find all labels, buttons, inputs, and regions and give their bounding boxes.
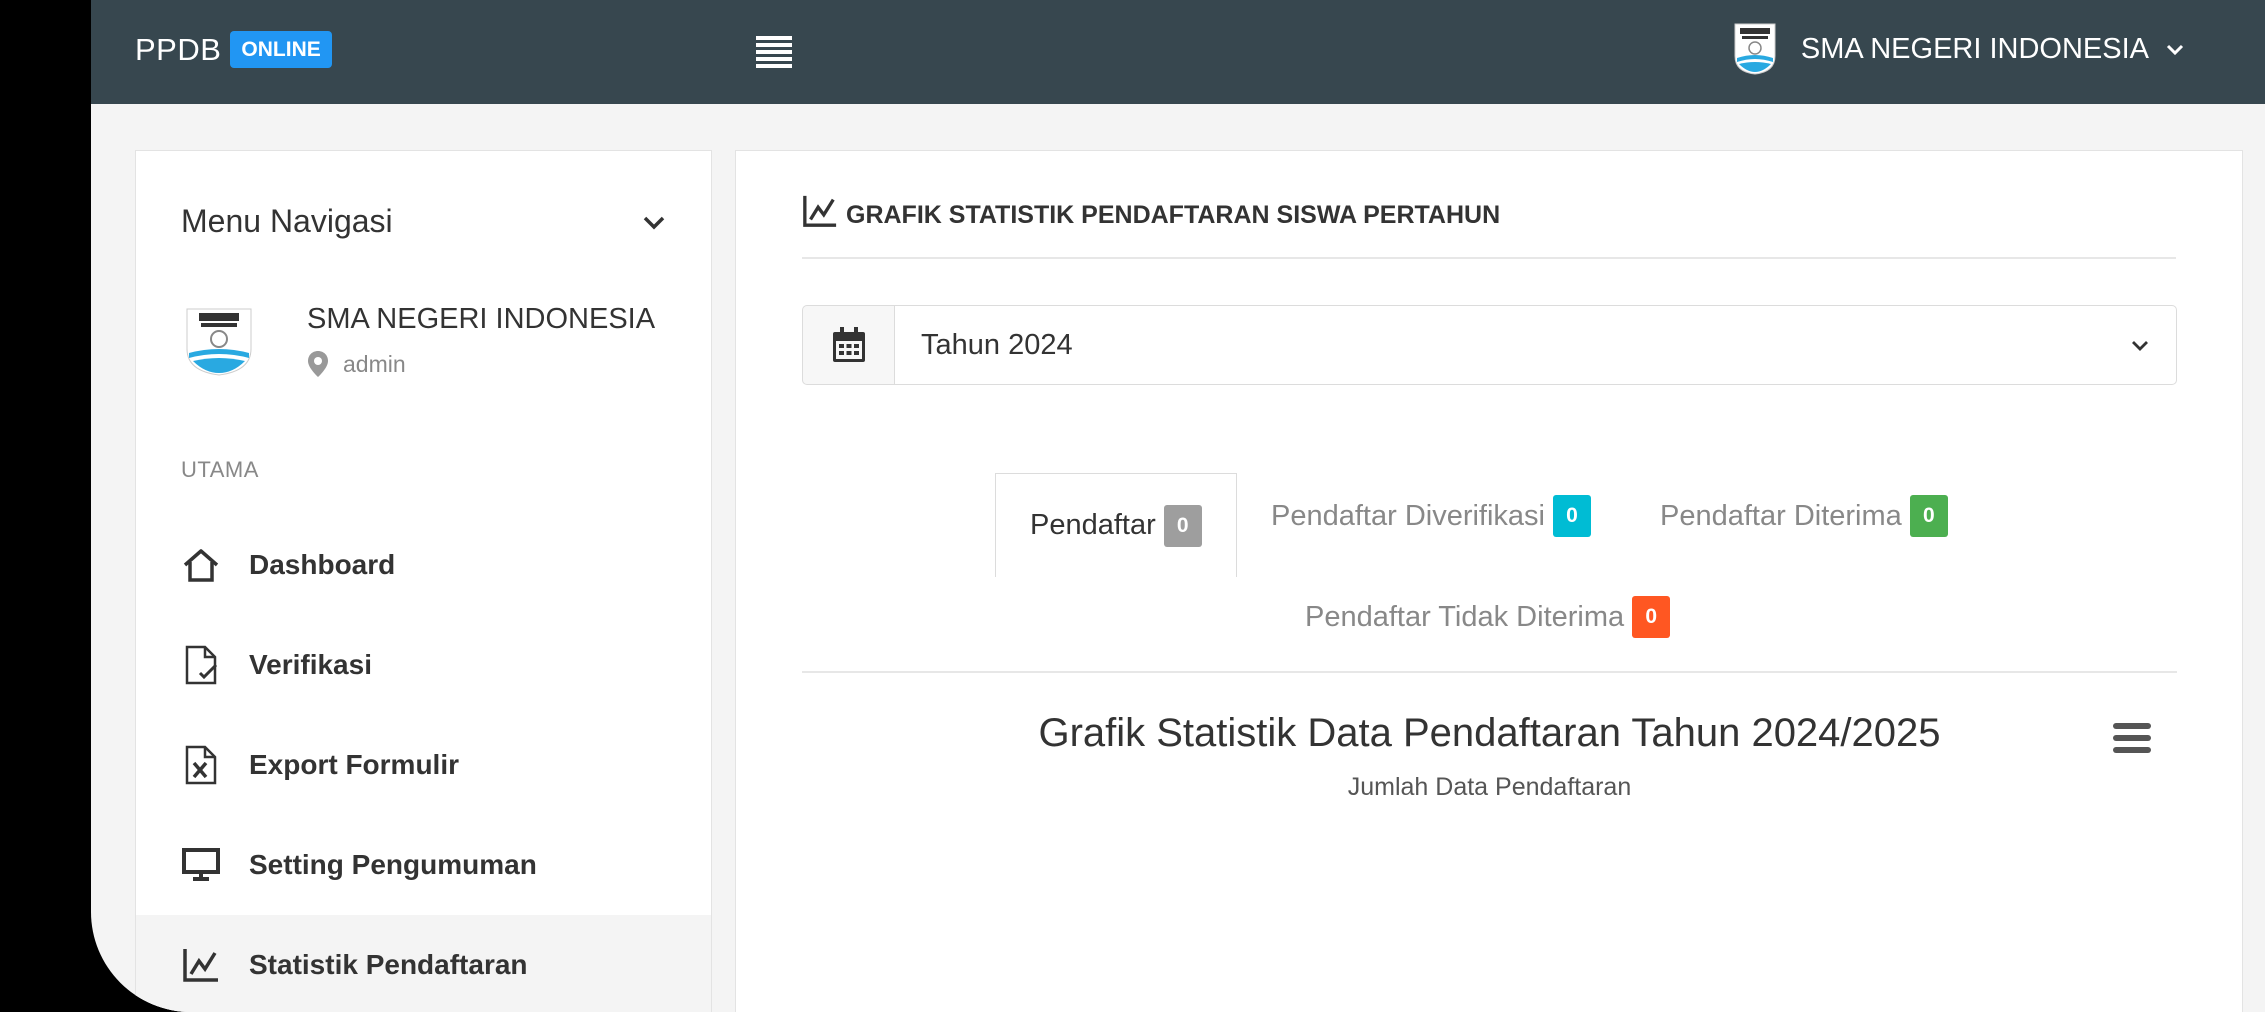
year-dropdown-value: Tahun 2024 — [921, 328, 1073, 361]
tab-pendaftar[interactable]: Pendaftar 0 — [995, 473, 1237, 577]
app-window: PPDB ONLINE SMA NEGERI INDONESIA Menu Na… — [91, 0, 2265, 1012]
location-pin-icon — [308, 351, 328, 377]
user-school-name: SMA NEGERI INDONESIA — [1800, 32, 2149, 65]
chart-title: Grafik Statistik Data Pendaftaran Tahun … — [1038, 711, 1941, 755]
hamburger-icon[interactable] — [756, 36, 792, 68]
sidebar: Menu Navigasi SMA NEGERI INDONESIA admin… — [135, 150, 712, 1012]
menu-title: Menu Navigasi — [181, 203, 393, 239]
chevron-down-icon — [2132, 341, 2148, 351]
year-select: Tahun 2024 — [802, 305, 2177, 385]
line-chart-icon — [181, 945, 221, 985]
sidebar-item-label: Setting Pengumuman — [249, 849, 537, 880]
school-name: SMA NEGERI INDONESIA — [307, 303, 656, 335]
file-check-icon — [181, 645, 221, 685]
tab-label: Pendaftar Diverifikasi — [1271, 499, 1545, 532]
section-label-utama: UTAMA — [181, 457, 259, 482]
chart-menu-icon[interactable] — [2113, 723, 2151, 757]
sidebar-item-label: Statistik Pendaftaran — [249, 949, 528, 980]
count-badge: 0 — [1163, 504, 1202, 547]
sidebar-item-dashboard[interactable]: Dashboard — [136, 515, 711, 615]
monitor-icon — [181, 845, 221, 885]
brand-text: PPDB — [135, 31, 222, 67]
tab-pendaftar-diterima[interactable]: Pendaftar Diterima 0 — [1660, 495, 1948, 537]
sidebar-nav: Dashboard Verifikasi Export Formulir Set… — [136, 515, 711, 1012]
brand-logo[interactable]: PPDB ONLINE — [135, 31, 332, 68]
count-badge: 0 — [1632, 596, 1671, 638]
sidebar-item-verifikasi[interactable]: Verifikasi — [136, 615, 711, 715]
user-menu[interactable]: SMA NEGERI INDONESIA — [1731, 22, 2185, 76]
calendar-icon — [802, 305, 894, 385]
sidebar-item-export-formulir[interactable]: Export Formulir — [136, 715, 711, 815]
user-role: admin — [307, 350, 655, 378]
school-logo-icon — [1734, 23, 1776, 75]
chart-subtitle: Jumlah Data Pendaftaran — [1347, 773, 1632, 801]
menu-navigasi-toggle[interactable]: Menu Navigasi — [181, 203, 666, 240]
sidebar-item-label: Dashboard — [249, 549, 396, 580]
tab-label: Pendaftar — [1030, 509, 1156, 541]
sidebar-item-label: Verifikasi — [249, 649, 372, 680]
chart-container: Grafik Statistik Data Pendaftaran Tahun … — [802, 711, 2177, 1012]
line-chart-icon — [803, 195, 837, 227]
online-badge: ONLINE — [230, 31, 332, 68]
tab-pendaftar-tidak-diterima[interactable]: Pendaftar Tidak Diterima 0 — [1305, 596, 1671, 638]
top-navbar: PPDB ONLINE SMA NEGERI INDONESIA — [91, 0, 2265, 104]
home-icon — [181, 545, 221, 585]
sidebar-item-label: Export Formulir — [249, 749, 460, 780]
sidebar-item-statistik-pendaftaran[interactable]: Statistik Pendaftaran — [136, 915, 711, 1012]
count-badge: 0 — [1909, 495, 1948, 537]
status-tabs: Pendaftar 0 Pendaftar Diverifikasi 0 Pen… — [802, 473, 2177, 673]
excel-file-icon — [181, 745, 221, 785]
tab-pendaftar-diverifikasi[interactable]: Pendaftar Diverifikasi 0 — [1271, 495, 1591, 537]
tab-label: Pendaftar Diterima — [1660, 499, 1902, 532]
chevron-down-icon — [643, 216, 665, 229]
panel-header: GRAFIK STATISTIK PENDAFTARAN SISWA PERTA… — [802, 193, 2176, 259]
year-dropdown[interactable]: Tahun 2024 — [894, 305, 2177, 385]
school-profile: SMA NEGERI INDONESIA admin — [181, 303, 655, 378]
school-logo-icon — [186, 308, 252, 376]
chevron-down-icon — [2166, 44, 2184, 56]
sidebar-item-setting-pengumuman[interactable]: Setting Pengumuman — [136, 815, 711, 915]
tab-label: Pendaftar Tidak Diterima — [1305, 600, 1625, 633]
count-badge: 0 — [1553, 495, 1591, 537]
role-text: admin — [343, 350, 406, 377]
panel-title: GRAFIK STATISTIK PENDAFTARAN SISWA PERTA… — [846, 201, 1501, 229]
main-panel: GRAFIK STATISTIK PENDAFTARAN SISWA PERTA… — [735, 150, 2243, 1012]
